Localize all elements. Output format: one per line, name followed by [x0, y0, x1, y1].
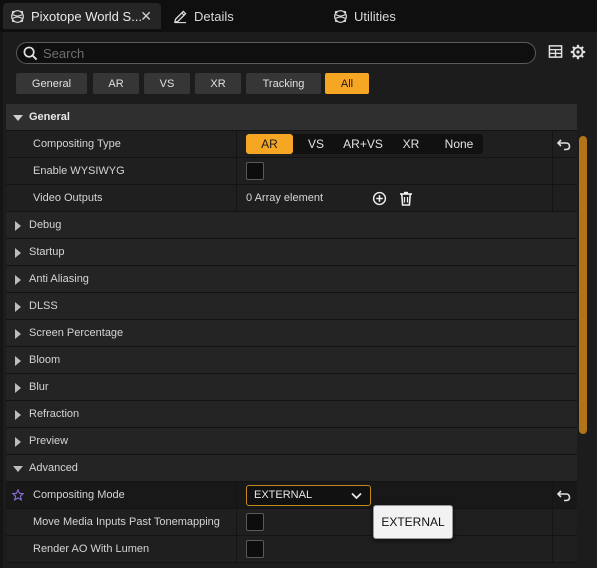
- tab-utilities[interactable]: Utilities: [333, 3, 493, 29]
- category-debug[interactable]: Debug: [6, 212, 577, 239]
- array-count: 0 Array element: [246, 192, 324, 204]
- tab-label: Utilities: [354, 8, 396, 24]
- property-tree: General Compositing Type AR VS AR+VS XR …: [6, 104, 577, 568]
- property-value: AR VS AR+VS XR None: [246, 131, 483, 157]
- collapsed-arrow-icon[interactable]: [13, 437, 23, 447]
- category-label: Debug: [29, 219, 62, 231]
- option-xr[interactable]: XR: [387, 134, 435, 154]
- category-label: Startup: [29, 246, 65, 258]
- filter-vs[interactable]: VS: [144, 73, 190, 94]
- property-compositing-mode: Compositing Mode EXTERNAL: [6, 482, 577, 509]
- category-label: Refraction: [29, 408, 80, 420]
- pixotope-icon: [11, 9, 24, 23]
- category-label: DLSS: [29, 300, 58, 312]
- render-ao-checkbox[interactable]: [246, 540, 264, 558]
- tab-label: Pixotope World S...: [31, 8, 143, 24]
- category-bloom[interactable]: Bloom: [6, 347, 577, 374]
- category-screen-percentage[interactable]: Screen Percentage: [6, 320, 577, 347]
- filter-all[interactable]: All: [325, 73, 369, 94]
- search-box[interactable]: [16, 42, 536, 64]
- move-media-inputs-checkbox[interactable]: [246, 513, 264, 531]
- category-startup[interactable]: Startup: [6, 239, 577, 266]
- delete-trash-icon[interactable]: [399, 191, 413, 206]
- category-label: Preview: [29, 435, 69, 447]
- collapsed-arrow-icon[interactable]: [13, 329, 23, 339]
- collapsed-arrow-icon[interactable]: [13, 356, 23, 366]
- reset-to-default-icon[interactable]: [557, 489, 571, 502]
- collapsed-arrow-icon[interactable]: [13, 383, 23, 393]
- category-label: Anti Aliasing: [29, 273, 89, 285]
- close-tab-icon[interactable]: ✕: [140, 9, 152, 23]
- expanded-arrow-icon[interactable]: [13, 113, 23, 123]
- collapsed-arrow-icon[interactable]: [13, 275, 23, 285]
- category-advanced[interactable]: Advanced: [6, 455, 577, 482]
- category-refraction[interactable]: Refraction: [6, 401, 577, 428]
- vertical-scrollbar[interactable]: [579, 136, 587, 434]
- property-label: Video Outputs: [33, 192, 103, 204]
- option-ar-vs[interactable]: AR+VS: [339, 134, 387, 154]
- property-label: Compositing Mode: [33, 489, 125, 501]
- collapsed-arrow-icon[interactable]: [13, 221, 23, 231]
- category-blur[interactable]: Blur: [6, 374, 577, 401]
- property-render-ao-lumen: Render AO With Lumen: [6, 536, 577, 563]
- tab-pixotope-world-settings[interactable]: Pixotope World S... ✕: [3, 3, 161, 29]
- property-move-media-inputs: Move Media Inputs Past Tonemapping: [6, 509, 577, 536]
- property-enable-wysiwyg: Enable WYSIWYG: [6, 158, 577, 185]
- tab-label: Details: [194, 8, 234, 24]
- filter-tracking[interactable]: Tracking: [246, 73, 321, 94]
- option-vs[interactable]: VS: [293, 134, 339, 154]
- option-ar[interactable]: AR: [246, 134, 293, 154]
- collapsed-arrow-icon[interactable]: [13, 410, 23, 420]
- add-element-icon[interactable]: [372, 191, 387, 206]
- category-general[interactable]: General: [6, 104, 577, 131]
- property-label: Move Media Inputs Past Tonemapping: [33, 516, 220, 528]
- category-label: Screen Percentage: [29, 327, 124, 339]
- tab-details[interactable]: Details: [170, 3, 320, 29]
- filter-general[interactable]: General: [16, 73, 87, 94]
- filter-xr[interactable]: XR: [195, 73, 241, 94]
- details-pen-icon: [173, 10, 187, 23]
- property-video-outputs: Video Outputs 0 Array element: [6, 185, 577, 212]
- table-view-icon[interactable]: [548, 44, 563, 59]
- compositing-mode-combobox[interactable]: EXTERNAL: [246, 484, 371, 506]
- category-label: Blur: [29, 381, 49, 393]
- favorite-star-icon[interactable]: [12, 489, 24, 501]
- property-compositing-type: Compositing Type AR VS AR+VS XR None: [6, 131, 577, 158]
- pixotope-icon: [334, 9, 347, 23]
- property-label: Compositing Type: [33, 138, 121, 150]
- search-input[interactable]: [43, 44, 523, 62]
- combo-value: EXTERNAL: [254, 489, 313, 501]
- filter-ar[interactable]: AR: [93, 73, 139, 94]
- expanded-arrow-icon[interactable]: [13, 464, 23, 474]
- collapsed-arrow-icon[interactable]: [13, 302, 23, 312]
- search-icon: [23, 46, 38, 61]
- property-label: Render AO With Lumen: [33, 543, 150, 555]
- category-preview[interactable]: Preview: [6, 428, 577, 455]
- enable-wysiwyg-checkbox[interactable]: [246, 162, 264, 180]
- settings-gear-icon[interactable]: [570, 44, 586, 60]
- tab-bar: Pixotope World S... ✕ Details Utilities: [0, 0, 597, 32]
- property-label: Enable WYSIWYG: [33, 165, 125, 177]
- compositing-mode-dropdown-option[interactable]: EXTERNAL: [373, 505, 453, 539]
- details-panel: General AR VS XR Tracking All General Co…: [3, 32, 597, 568]
- category-label: Bloom: [29, 354, 61, 366]
- collapsed-arrow-icon[interactable]: [13, 248, 23, 258]
- category-label: General: [29, 111, 70, 123]
- reset-to-default-icon[interactable]: [557, 138, 571, 151]
- chevron-down-icon: [351, 492, 362, 499]
- option-none[interactable]: None: [435, 134, 483, 154]
- category-dlss[interactable]: DLSS: [6, 293, 577, 320]
- category-anti-aliasing[interactable]: Anti Aliasing: [6, 266, 577, 293]
- compositing-type-selector: AR VS AR+VS XR None: [246, 134, 483, 154]
- category-label: Advanced: [29, 462, 78, 474]
